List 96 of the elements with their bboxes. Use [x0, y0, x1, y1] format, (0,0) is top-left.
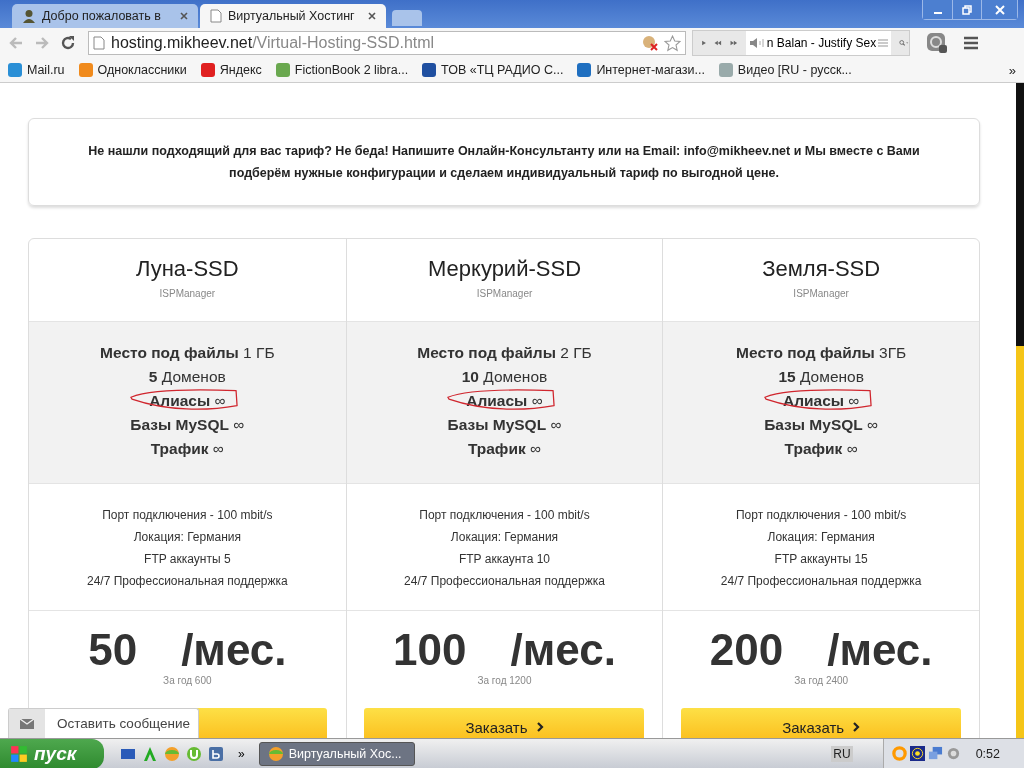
control-panel-label: ISPManager: [792, 288, 850, 299]
spec-text: Локация: Германия: [449, 529, 560, 546]
feature-text: 5 Доменов: [148, 368, 226, 385]
restore-button[interactable]: [952, 0, 981, 19]
envelope-icon: [20, 718, 34, 729]
bookmark-item[interactable]: FictionBook 2 libra...: [275, 63, 409, 77]
feature-text: Алиасы ∞: [149, 392, 226, 409]
plan-name: Меркурий-SSD: [426, 256, 582, 282]
bookmark-favicon-icon: [78, 63, 93, 77]
spec-text: 24/7 Профессиональная поддержка: [719, 573, 923, 590]
more-button[interactable]: »: [238, 746, 245, 761]
plan-name: Луна-SSD: [135, 256, 240, 282]
more-bookmarks-button[interactable]: »: [1008, 62, 1016, 78]
address-bar[interactable]: hosting.mikheev.net/Virtual-Hosting-SSD.html: [88, 31, 686, 55]
feature-text: Трафик ∞: [467, 440, 542, 457]
start-button[interactable]: пуск: [0, 738, 104, 768]
play-icon[interactable]: [701, 38, 707, 48]
bookmark-item[interactable]: Видео [RU - русск...: [718, 63, 852, 77]
fast-forward-icon[interactable]: [730, 38, 738, 48]
bookmark-item[interactable]: Яндекс: [200, 63, 262, 77]
chevron-right-icon: [852, 722, 861, 732]
spec-text: Локация: Германия: [766, 529, 876, 546]
rewind-icon[interactable]: [714, 38, 723, 48]
broadcast-icon[interactable]: [909, 746, 925, 761]
spec-text: FTP аккаунты 15: [773, 551, 869, 568]
close-icon[interactable]: [368, 12, 376, 20]
order-button[interactable]: Заказать: [681, 708, 962, 738]
page-icon: [210, 9, 222, 23]
bookmark-favicon-icon: [8, 63, 22, 77]
spec-text: Порт подключения - 100 mbit/s: [101, 507, 274, 524]
feature-text: Алиасы ∞: [466, 392, 543, 409]
spec-text: Локация: Германия: [132, 529, 242, 546]
feature-text: 15 Доменов: [778, 368, 864, 385]
feature-text: Место под файлы 2 ГБ: [417, 344, 592, 361]
windows-logo-icon: [10, 744, 28, 763]
minimize-button[interactable]: [923, 0, 952, 19]
feature-text: Базы MySQL ∞: [447, 416, 562, 433]
feature-text: Алиасы ∞: [782, 392, 860, 409]
bookmark-item[interactable]: Одноклассники: [78, 63, 187, 77]
order-button[interactable]: Заказать: [364, 708, 645, 738]
bookmark-favicon-icon: [718, 63, 733, 77]
control-panel-label: ISPManager: [158, 288, 217, 299]
bookmark-item[interactable]: ТОВ «ТЦ РАДИО С...: [422, 63, 564, 77]
spec-text: Порт подключения - 100 mbit/s: [418, 507, 591, 524]
bookmark-favicon-icon: [275, 63, 290, 77]
price-amount: 100: [393, 625, 467, 675]
close-icon: [994, 4, 1005, 15]
spec-text: 24/7 Профессиональная поддержка: [403, 573, 606, 590]
bookmark-favicon-icon: [200, 63, 215, 77]
close-button[interactable]: [981, 0, 1017, 19]
feature-text: Трафик ∞: [784, 440, 858, 457]
bookmark-item[interactable]: Интернет-магази...: [577, 63, 705, 77]
menu-icon[interactable]: [964, 36, 978, 50]
bookmark-favicon-icon: [422, 63, 437, 77]
page-icon: [93, 36, 105, 50]
price-amount: 50: [88, 625, 138, 675]
leave-message-toast[interactable]: Оставить сообщение: [8, 708, 200, 738]
control-panel-label: ISPManager: [475, 288, 534, 299]
feature-text: Базы MySQL ∞: [130, 416, 245, 433]
price-period: /мес.: [181, 625, 287, 675]
reload-icon[interactable]: [60, 35, 76, 51]
scrollbar[interactable]: [1016, 83, 1024, 738]
taskbar-window-button[interactable]: Виртуальный Хос...: [258, 741, 415, 766]
browser-tab[interactable]: Добро пожаловать в: [12, 4, 198, 28]
price-period: /мес.: [510, 625, 616, 675]
feature-text: Базы MySQL ∞: [764, 416, 879, 433]
star-icon[interactable]: [664, 34, 681, 52]
price-amount: 200: [709, 625, 784, 675]
spec-text: Порт подключения - 100 mbit/s: [734, 507, 908, 524]
clock: 0:52: [975, 746, 1000, 761]
cookie-blocked-icon[interactable]: [642, 35, 658, 51]
plan-name: Земля-SSD: [761, 256, 882, 282]
yearly-price: За год 1200: [477, 675, 532, 686]
notice-message: Не нашли подходящий для вас тариф? Не беда! Напишите Онлайн-Консультанту или на Email: info@mikheev.net и Мы вместе с Вами подберём нужные конфигурации и сделаем индивидуальный тариф по выгодной цене.: [28, 118, 980, 206]
chevron-right-icon: [535, 722, 544, 732]
yearly-price: За год 2400: [794, 675, 849, 686]
bookmark-favicon-icon: [577, 63, 592, 77]
bookmark-item[interactable]: Mail.ru: [8, 63, 65, 77]
search-icon[interactable]: [899, 37, 909, 49]
minimize-icon: [933, 11, 942, 14]
spec-text: 24/7 Профессиональная поддержка: [85, 573, 289, 590]
yearly-price: За год 600: [163, 675, 212, 686]
feature-text: Место под файлы 3ГБ: [736, 344, 907, 361]
feature-text: Место под файлы 1 ГБ: [100, 344, 275, 361]
extension-icon[interactable]: [926, 32, 948, 54]
feature-text: 10 Доменов: [461, 368, 548, 385]
restore-icon: [962, 4, 972, 15]
spec-text: FTP аккаунта 10: [457, 551, 552, 568]
person-icon: [22, 9, 36, 23]
price-period: /мес.: [827, 625, 933, 675]
track-title: n Balan - Justify Sex: [766, 36, 877, 50]
language-indicator[interactable]: RU: [831, 745, 853, 762]
browser-tab[interactable]: Виртуальный Хостинг: [200, 4, 386, 28]
feature-text: Трафик ∞: [150, 440, 224, 457]
spec-text: FTP аккаунты 5: [143, 551, 232, 568]
close-icon[interactable]: [180, 12, 188, 20]
